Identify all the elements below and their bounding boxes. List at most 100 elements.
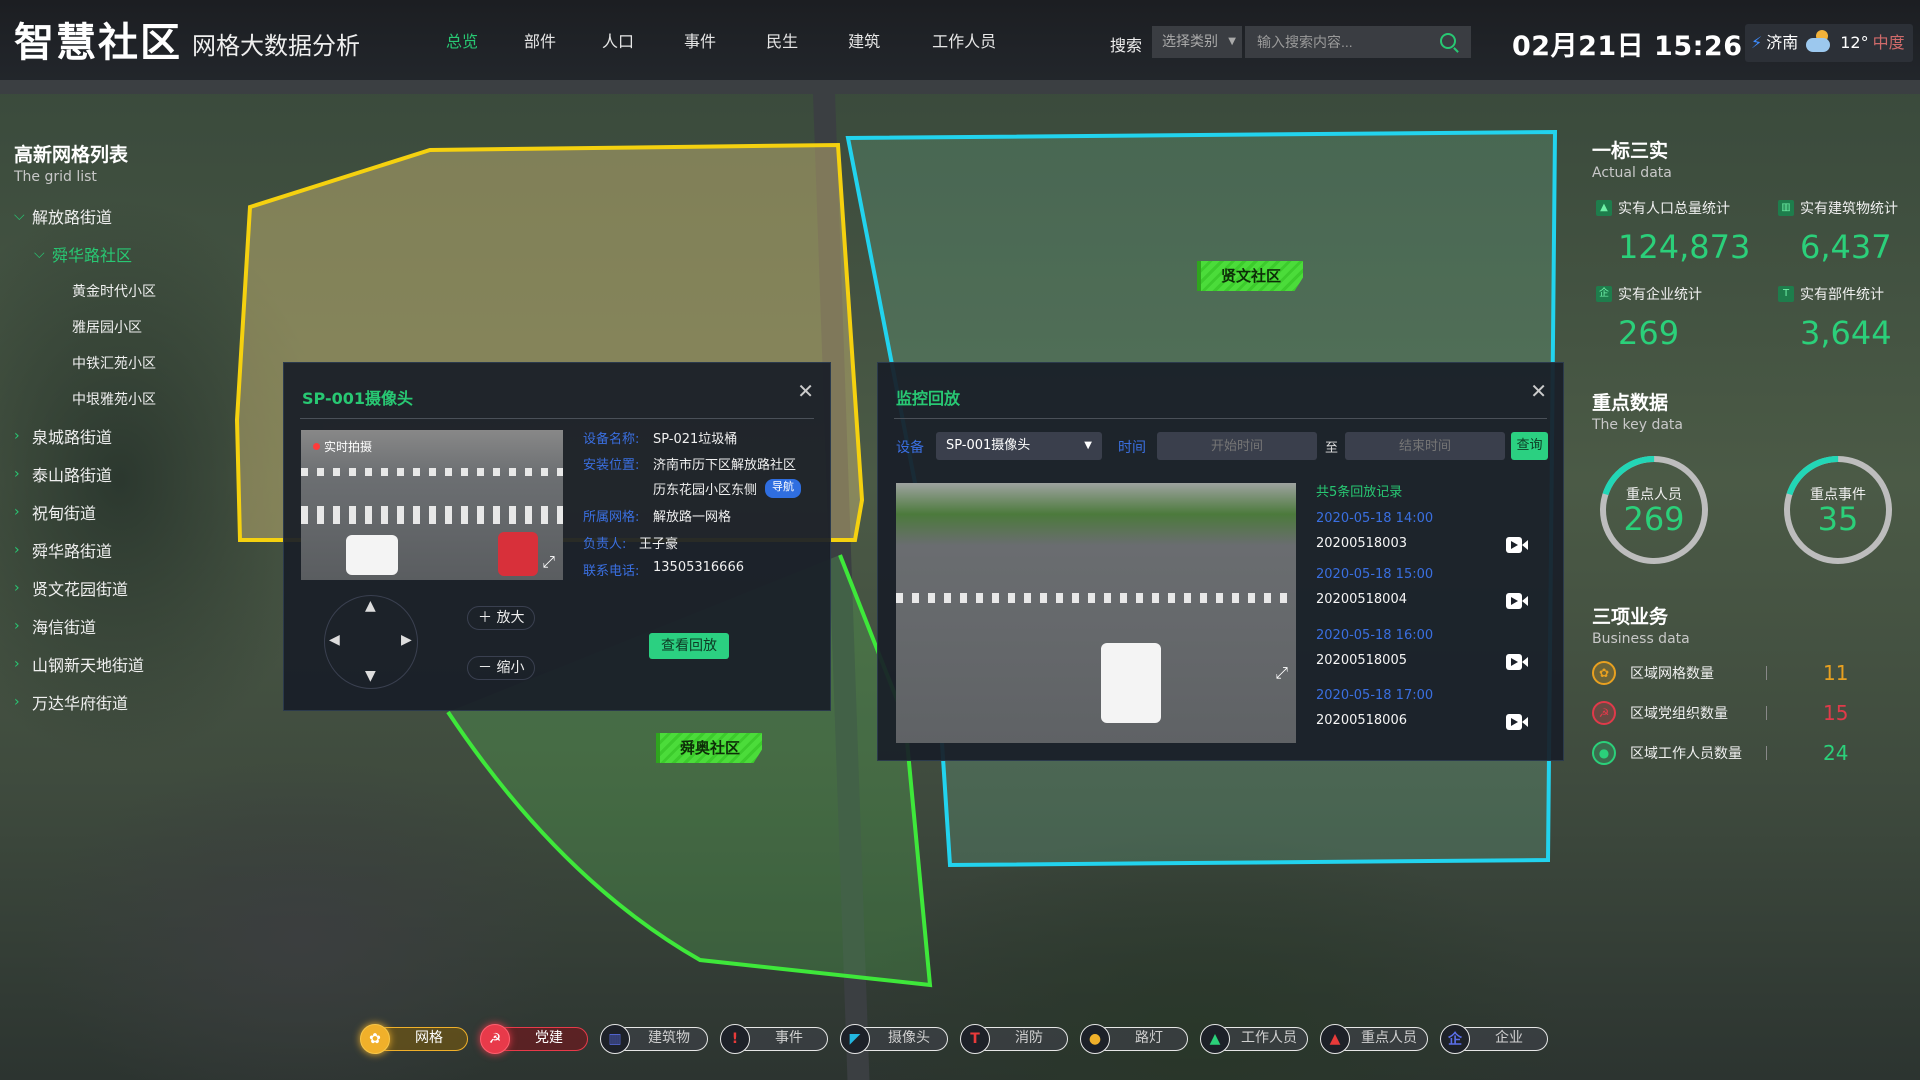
- stat-buildings-label: ▥ 实有建筑物统计: [1778, 198, 1898, 218]
- divider: [894, 418, 1547, 419]
- layer-toggle-key-persons[interactable]: 重点人员 ▲: [1320, 1024, 1428, 1054]
- stat-components-value: 3,644: [1800, 314, 1892, 352]
- tree-item-jiefanglu[interactable]: ⌵ 解放路街道: [14, 197, 274, 235]
- playback-video[interactable]: ⤢: [896, 483, 1296, 743]
- tree-item-xianwenhuayuan[interactable]: › 贤文花园街道: [14, 569, 274, 607]
- info-key: 联系电话:: [583, 564, 640, 579]
- query-button[interactable]: 查询: [1511, 432, 1548, 460]
- component-icon: T: [1778, 286, 1794, 302]
- ptz-up-icon[interactable]: ▲: [365, 598, 376, 614]
- stat-label-text: 实有建筑物统计: [1800, 201, 1898, 217]
- business-value: 24: [1823, 741, 1849, 765]
- video-play-icon[interactable]: [1506, 654, 1528, 670]
- ptz-left-icon[interactable]: ◀: [329, 632, 340, 648]
- zoom-out-button[interactable]: － 缩小: [467, 656, 535, 680]
- business-title: 三项业务: [1592, 606, 1669, 628]
- tree-item-label: 海信街道: [32, 618, 97, 637]
- layer-toggle-buildings[interactable]: 建筑物 ▥: [600, 1024, 708, 1054]
- tree-item-huangjinshidai[interactable]: 黄金时代小区: [14, 273, 274, 309]
- record-id[interactable]: 20200518005: [1316, 653, 1407, 668]
- tree-item-label: 泉城路街道: [32, 428, 113, 447]
- close-icon[interactable]: ✕: [1530, 379, 1547, 403]
- chevron-right-icon: ›: [14, 694, 20, 710]
- close-icon[interactable]: ✕: [797, 379, 814, 403]
- ptz-right-icon[interactable]: ▶: [401, 632, 412, 648]
- nav-overview[interactable]: 总览: [434, 28, 490, 52]
- layer-toggle-staff[interactable]: 工作人员 ▲: [1200, 1024, 1308, 1054]
- layer-toggle-fire[interactable]: 消防 T: [960, 1024, 1068, 1054]
- start-time-input[interactable]: [1157, 432, 1317, 460]
- tree-item-taishanlu[interactable]: › 泰山路街道: [14, 455, 274, 493]
- tree-item-shunhualu[interactable]: › 舜华路街道: [14, 531, 274, 569]
- dashboard: 贤文社区 舜奥社区 智慧社区 网格大数据分析 总览 部件 人口 事件 民生 建筑…: [0, 0, 1920, 1080]
- key-data-title: 重点数据: [1592, 392, 1669, 414]
- tree-item-yajuyuan[interactable]: 雅居园小区: [14, 309, 274, 345]
- live-camera-feed[interactable]: 实时拍摄 ⤢: [301, 430, 563, 580]
- device-select[interactable]: SP-001摄像头 ▼: [936, 432, 1102, 460]
- people-icon: ▲: [1596, 200, 1612, 216]
- tree-item-shunhualu-community[interactable]: ⌵ 舜华路社区: [14, 235, 274, 273]
- view-playback-button[interactable]: 查看回放: [649, 633, 729, 659]
- layer-toggle-enterprises[interactable]: 企业企: [1440, 1024, 1548, 1054]
- tree-item-zhudian[interactable]: › 祝甸街道: [14, 493, 274, 531]
- search-icon[interactable]: [1440, 33, 1456, 49]
- layer-toggle-streetlights[interactable]: 路灯 ●: [1080, 1024, 1188, 1054]
- search-label: 搜索: [1110, 36, 1143, 55]
- enterprise-icon: 企: [1596, 286, 1612, 302]
- key-events-ring: 重点事件 35: [1782, 454, 1894, 566]
- end-time-input[interactable]: [1345, 432, 1505, 460]
- crosswalk: [896, 593, 1296, 603]
- chevron-down-icon: ▼: [1228, 36, 1236, 47]
- record-id[interactable]: 20200518003: [1316, 536, 1407, 551]
- key-persons-ring: 重点人员 269: [1598, 454, 1710, 566]
- nav-buildings[interactable]: 建筑: [836, 28, 892, 52]
- zoom-in-label: 放大: [496, 610, 525, 626]
- layer-toolbar: 网格 ✿ 党建 ☭ 建筑物 ▥ 事件! 摄像头 ◤ 消防 T 路灯 ● 工作人员 ▲ 重点人员…: [360, 1024, 1548, 1054]
- business-row-grids: ✿ 区域网格数量 11: [1592, 658, 1912, 688]
- grid-list-subtitle: The grid list: [14, 169, 97, 185]
- layer-toggle-cameras[interactable]: 摄像头 ◤: [840, 1024, 948, 1054]
- region-label-xianwen[interactable]: 贤文社区: [1197, 261, 1304, 291]
- ring-value: 35: [1817, 500, 1859, 538]
- search-input[interactable]: [1245, 26, 1471, 58]
- tree-item-label: 雅居园小区: [72, 320, 142, 336]
- nav-components[interactable]: 部件: [512, 28, 568, 52]
- nav-population[interactable]: 人口: [590, 28, 646, 52]
- nav-staff[interactable]: 工作人员: [920, 28, 1008, 52]
- business-row-staff: ● 区域工作人员数量 24: [1592, 738, 1912, 768]
- tree-item-zhongyinyayuan[interactable]: 中垠雅苑小区: [14, 381, 274, 417]
- tree-item-haixin[interactable]: › 海信街道: [14, 607, 274, 645]
- info-value: 13505316666: [653, 560, 744, 575]
- info-key: 负责人:: [583, 537, 627, 552]
- tree-item-wandahuafu[interactable]: › 万达华府街道: [14, 683, 274, 721]
- info-grid: 所属网格: 解放路一网格: [583, 506, 731, 525]
- navigate-button[interactable]: 导航: [765, 479, 802, 498]
- layer-toggle-events[interactable]: 事件!: [720, 1024, 828, 1054]
- tree-item-shangangxintiandi[interactable]: › 山钢新天地街道: [14, 645, 274, 683]
- zoom-in-button[interactable]: ＋ 放大: [467, 606, 535, 630]
- grid-tree: ⌵ 解放路街道 ⌵ 舜华路社区 黄金时代小区 雅居园小区 中铁汇苑小区 中垠雅苑小区…: [14, 197, 274, 721]
- actual-data-title: 一标三实: [1592, 140, 1669, 162]
- tree-item-label: 万达华府街道: [32, 694, 129, 713]
- record-id[interactable]: 20200518004: [1316, 592, 1407, 607]
- category-select[interactable]: 选择类别 ▼: [1152, 26, 1242, 58]
- expand-icon[interactable]: ⤢: [542, 552, 555, 572]
- video-play-icon[interactable]: [1506, 537, 1528, 553]
- business-label: 区域网格数量: [1630, 666, 1714, 682]
- layer-toggle-grid[interactable]: 网格 ✿: [360, 1024, 468, 1054]
- stat-label-text: 实有人口总量统计: [1618, 201, 1730, 217]
- nav-events[interactable]: 事件: [672, 28, 728, 52]
- info-owner: 负责人: 王子豪: [583, 533, 678, 552]
- layer-toggle-party[interactable]: 党建 ☭: [480, 1024, 588, 1054]
- video-play-icon[interactable]: [1506, 714, 1528, 730]
- expand-icon[interactable]: ⤢: [1275, 663, 1288, 683]
- stat-components-label: T 实有部件统计: [1778, 284, 1884, 304]
- key-data-section: 重点数据 The key data: [1592, 388, 1683, 433]
- tree-item-zhongtiehuiyuan[interactable]: 中铁汇苑小区: [14, 345, 274, 381]
- nav-livelihood[interactable]: 民生: [754, 28, 810, 52]
- record-id[interactable]: 20200518006: [1316, 713, 1407, 728]
- video-play-icon[interactable]: [1506, 593, 1528, 609]
- ptz-down-icon[interactable]: ▼: [365, 668, 376, 684]
- tree-item-quanchenglu[interactable]: › 泉城路街道: [14, 417, 274, 455]
- region-label-shunao[interactable]: 舜奥社区: [656, 733, 763, 763]
